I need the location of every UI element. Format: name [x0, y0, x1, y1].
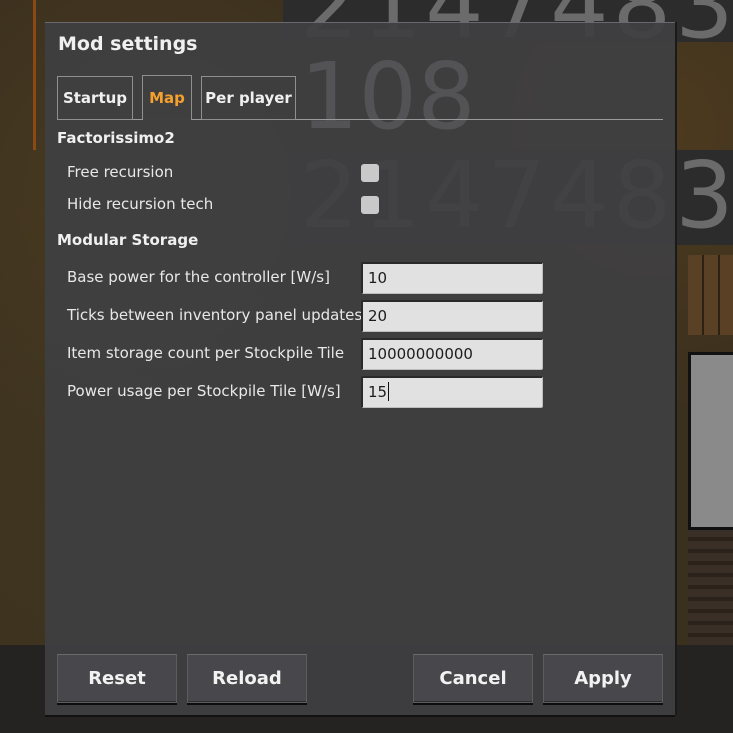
- hide-recursion-tech-checkbox[interactable]: [361, 196, 379, 214]
- wooden-crates: [688, 255, 733, 335]
- setting-label-base-power: Base power for the controller [W/s]: [67, 268, 330, 286]
- apply-button[interactable]: Apply: [543, 654, 663, 703]
- tab-per-player[interactable]: Per player: [201, 76, 296, 120]
- dialog-title: Mod settings: [58, 33, 198, 55]
- item-storage-count-field[interactable]: 10000000000: [361, 338, 543, 370]
- setting-label-hide-recursion-tech: Hide recursion tech: [67, 195, 214, 213]
- ticks-between-updates-field[interactable]: 20: [361, 300, 543, 332]
- tab-bar: Startup Map Per player: [57, 75, 663, 120]
- power-usage-field[interactable]: 15: [361, 376, 543, 408]
- reload-button[interactable]: Reload: [187, 654, 307, 703]
- setting-label-item-storage-count: Item storage count per Stockpile Tile: [67, 344, 345, 362]
- setting-label-power-usage: Power usage per Stockpile Tile [W/s]: [67, 382, 341, 400]
- conveyor-belt: [688, 530, 733, 645]
- cancel-button[interactable]: Cancel: [413, 654, 533, 703]
- reset-button[interactable]: Reset: [57, 654, 177, 703]
- power-wire: [33, 0, 36, 150]
- setting-label-free-recursion: Free recursion: [67, 163, 174, 181]
- mod-settings-dialog: 108 Mod settings Startup Map Per player …: [45, 22, 675, 715]
- power-usage-value: 15: [368, 383, 388, 401]
- free-recursion-checkbox[interactable]: [361, 164, 379, 182]
- base-power-field[interactable]: 10: [361, 262, 543, 294]
- text-caret: [388, 382, 390, 401]
- tab-startup[interactable]: Startup: [57, 76, 133, 120]
- combinator-box: [688, 352, 733, 530]
- section-title-factorissimo2: Factorissimo2: [57, 129, 175, 147]
- setting-label-ticks-between-updates: Ticks between inventory panel updates: [67, 306, 363, 324]
- section-title-modular-storage: Modular Storage: [57, 231, 199, 249]
- tab-map[interactable]: Map: [142, 75, 192, 120]
